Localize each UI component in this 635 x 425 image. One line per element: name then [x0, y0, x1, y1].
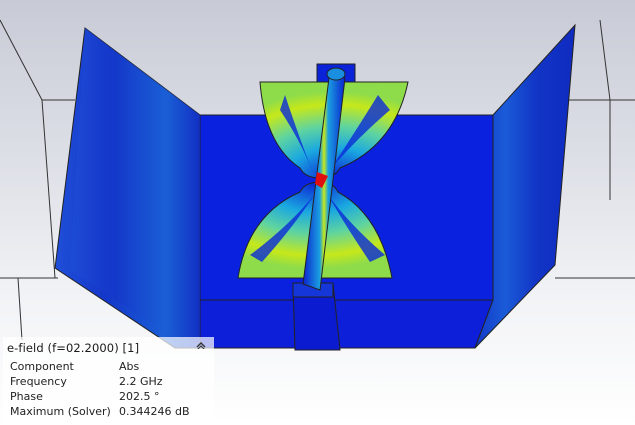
legend-value: Abs — [119, 360, 140, 373]
legend-value: 0.344246 dB — [119, 405, 190, 418]
legend-panel: e-field (f=02.2000) [1] Component Abs Fr… — [3, 337, 214, 425]
legend-title: e-field (f=02.2000) [1] — [7, 341, 140, 355]
field-viewport[interactable]: e-field (f=02.2000) [1] Component Abs Fr… — [0, 0, 635, 425]
legend-key: Maximum (Solver) — [10, 405, 111, 418]
legend-key: Phase — [10, 390, 43, 403]
legend-key: Frequency — [10, 375, 67, 388]
legend-value: 2.2 GHz — [119, 375, 163, 388]
chevron-up-icon[interactable] — [196, 341, 210, 353]
legend-value: 202.5 ° — [119, 390, 160, 403]
legend-key: Component — [10, 360, 74, 373]
